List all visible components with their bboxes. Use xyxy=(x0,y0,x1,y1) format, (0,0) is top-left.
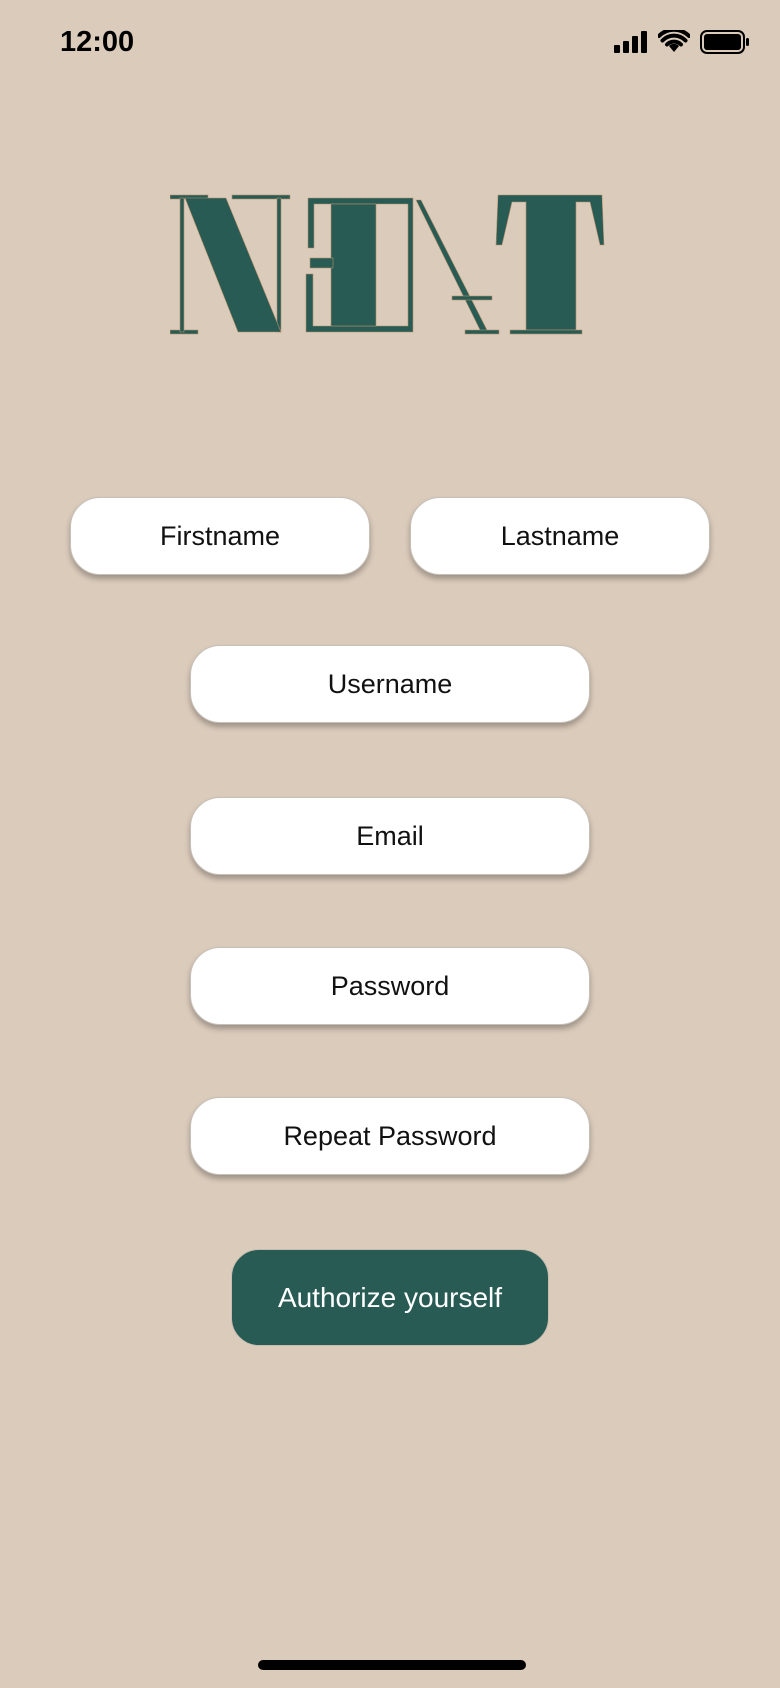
firstname-placeholder: Firstname xyxy=(159,520,281,551)
signal-icon xyxy=(614,31,648,58)
firstname-field[interactable]: Firstname xyxy=(70,497,370,575)
status-bar: 12:00 xyxy=(0,0,780,90)
password-placeholder: Password xyxy=(330,970,450,1001)
email-field[interactable]: Email xyxy=(190,797,590,875)
lastname-field[interactable]: Lastname xyxy=(410,497,710,575)
neat-logo-graphic xyxy=(170,194,605,335)
repeat-password-placeholder: Repeat Password xyxy=(283,1120,497,1151)
app-logo xyxy=(170,190,610,340)
wifi-icon xyxy=(657,27,691,59)
authorize-button[interactable]: Authorize yourself xyxy=(231,1249,549,1346)
status-icons xyxy=(614,27,750,59)
status-time: 12:00 xyxy=(60,26,135,58)
battery-icon xyxy=(700,30,750,59)
repeat-password-field[interactable]: Repeat Password xyxy=(190,1097,590,1175)
password-field[interactable]: Password xyxy=(190,947,590,1025)
lastname-placeholder: Lastname xyxy=(500,520,620,551)
authorize-button-label: Authorize yourself xyxy=(277,1281,503,1313)
email-placeholder: Email xyxy=(356,820,424,851)
username-field[interactable]: Username xyxy=(190,645,590,723)
username-placeholder: Username xyxy=(327,668,453,699)
home-indicator[interactable] xyxy=(258,1660,526,1670)
